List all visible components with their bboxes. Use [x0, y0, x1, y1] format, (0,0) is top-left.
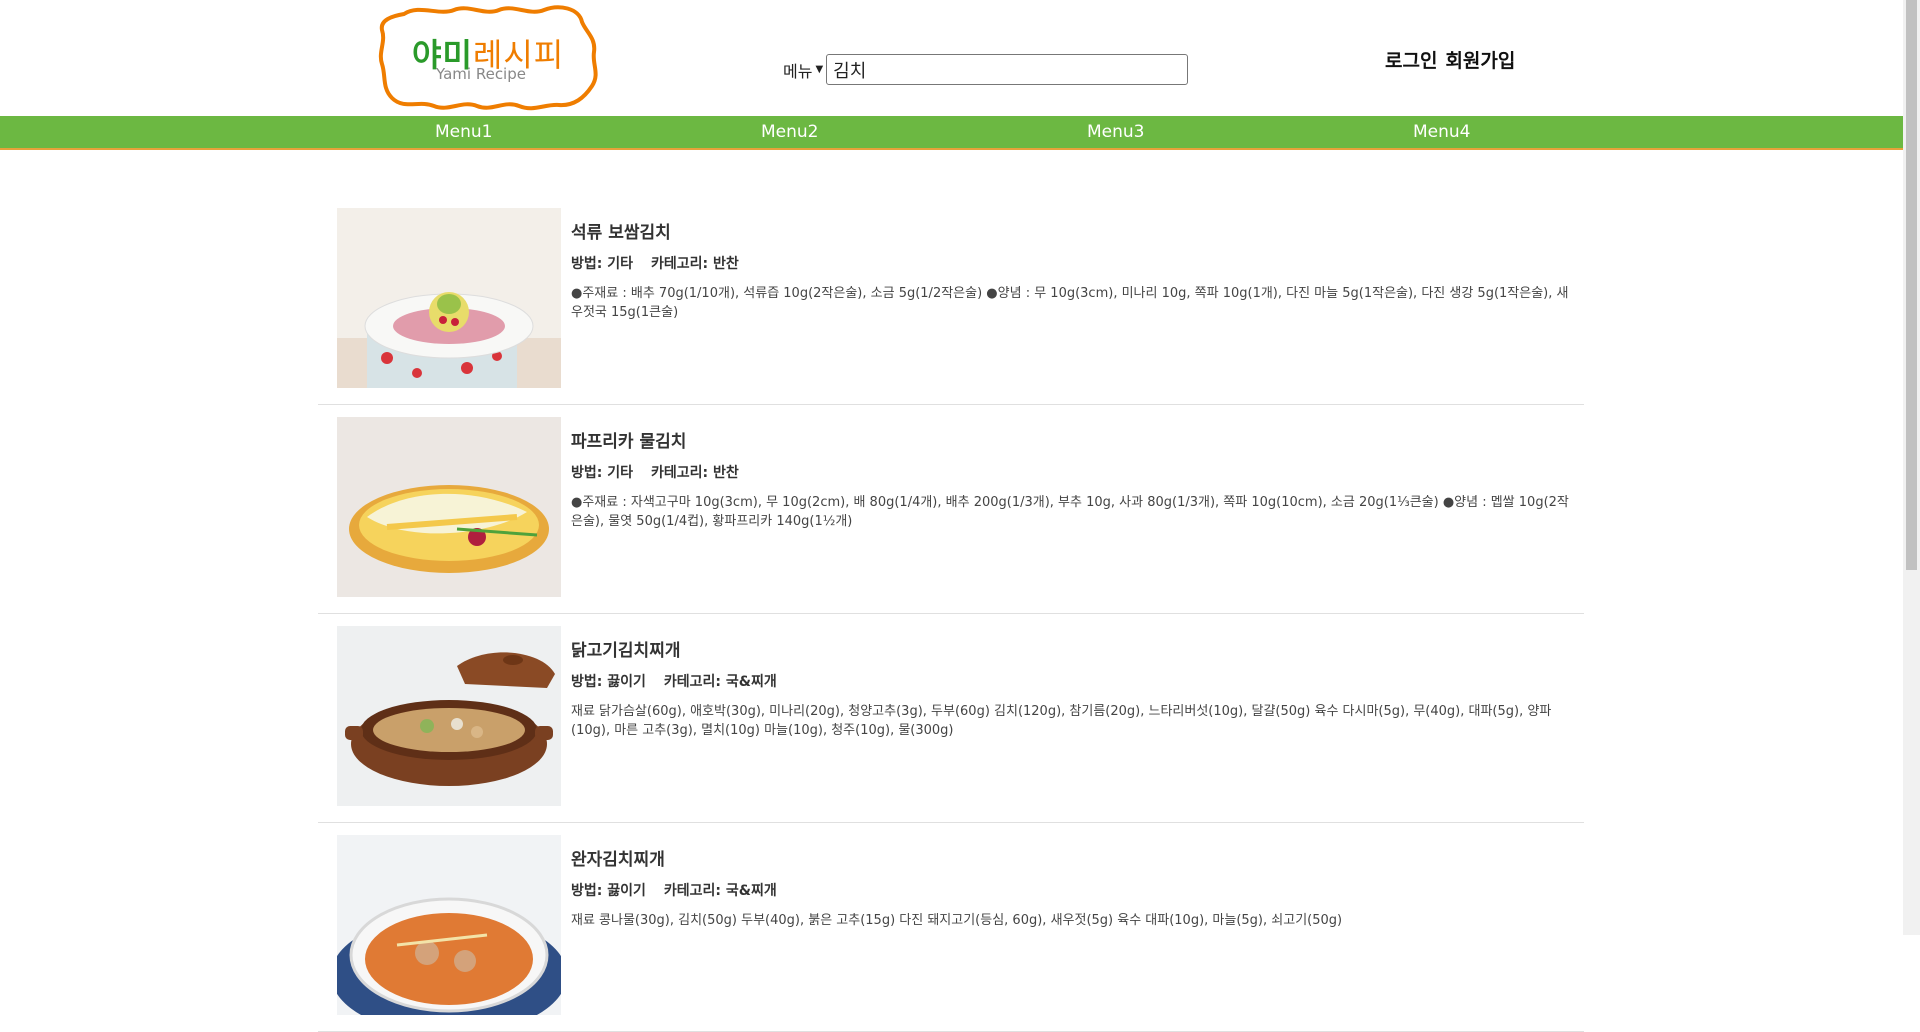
recipe-title[interactable]: 닭고기김치찌개: [571, 636, 1571, 661]
menu-select[interactable]: 메뉴 ▼: [783, 58, 823, 82]
recipe-category: 카테고리: 국&찌개: [663, 674, 777, 690]
recipe-method: 방법: 기타: [571, 465, 633, 481]
recipe-meta: 방법: 기타 카테고리: 반찬: [571, 462, 1571, 482]
search-area: 메뉴 ▼: [783, 54, 1189, 85]
nav-menu4[interactable]: Menu4: [1413, 122, 1471, 142]
recipe-info: 석류 보쌈김치 방법: 기타 카테고리: 반찬 ●주재료 : 배추 70g(1/1…: [571, 218, 1571, 322]
chicken-kimchi-stew-photo: [337, 626, 561, 806]
recipe-item[interactable]: 완자김치찌개 방법: 끓이기 카테고리: 국&찌개 재료 콩나물(30g), 김치…: [318, 823, 1584, 1032]
site-logo[interactable]: 야미레시피 Yami Recipe: [374, 2, 602, 113]
recipe-item[interactable]: 닭고기김치찌개 방법: 끓이기 카테고리: 국&찌개 재료 닭가슴살(60g), …: [318, 614, 1584, 823]
recipe-title[interactable]: 파프리카 물김치: [571, 427, 1571, 452]
recipe-ingredients: 재료 닭가슴살(60g), 애호박(30g), 미나리(20g), 청양고추(3…: [571, 704, 1552, 738]
signup-link[interactable]: 회원가입: [1445, 50, 1515, 72]
recipe-image[interactable]: [337, 417, 561, 597]
recipe-info: 파프리카 물김치 방법: 기타 카테고리: 반찬 ●주재료 : 자색고구마 10g…: [571, 427, 1571, 531]
recipe-category: 카테고리: 국&찌개: [663, 883, 777, 899]
recipe-ingredients: 재료 콩나물(30g), 김치(50g) 두부(40g), 붉은 고추(15g)…: [571, 913, 1343, 928]
auth-links: 로그인 회원가입: [1385, 46, 1523, 73]
recipe-category: 카테고리: 반찬: [651, 465, 739, 481]
recipe-item[interactable]: 석류 보쌈김치 방법: 기타 카테고리: 반찬 ●주재료 : 배추 70g(1/1…: [318, 196, 1584, 405]
main-nav: Menu1 Menu2 Menu3 Menu4: [0, 116, 1903, 150]
recipe-item[interactable]: 파프리카 물김치 방법: 기타 카테고리: 반찬 ●주재료 : 자색고구마 10g…: [318, 405, 1584, 614]
recipe-ingredients: ●주재료 : 배추 70g(1/10개), 석류즙 10g(2작은술), 소금 …: [571, 286, 1569, 320]
site-header: 야미레시피 Yami Recipe 메뉴 ▼ 로그인 회원가입: [0, 0, 1920, 115]
nav-menu2[interactable]: Menu2: [761, 122, 819, 142]
recipe-info: 닭고기김치찌개 방법: 끓이기 카테고리: 국&찌개 재료 닭가슴살(60g), …: [571, 636, 1571, 740]
recipe-image[interactable]: [337, 835, 561, 1015]
scrollbar-thumb[interactable]: [1906, 0, 1917, 570]
recipe-title[interactable]: 석류 보쌈김치: [571, 218, 1571, 243]
page-scrollbar[interactable]: [1903, 0, 1920, 935]
nav-menu1[interactable]: Menu1: [435, 122, 493, 142]
paprika-water-kimchi-photo: [337, 417, 561, 597]
login-link[interactable]: 로그인: [1385, 50, 1437, 72]
logo-subtitle: Yami Recipe: [436, 65, 526, 83]
chevron-down-icon: ▼: [815, 64, 824, 75]
recipe-method: 방법: 끓이기: [571, 883, 646, 899]
recipe-image[interactable]: [337, 626, 561, 806]
pomegranate-kimchi-photo: [337, 208, 561, 388]
recipe-method: 방법: 끓이기: [571, 674, 646, 690]
recipe-image[interactable]: [337, 208, 561, 388]
nav-menu3[interactable]: Menu3: [1087, 122, 1145, 142]
recipe-meta: 방법: 기타 카테고리: 반찬: [571, 253, 1571, 273]
meatball-kimchi-stew-photo: [337, 835, 561, 1015]
recipe-list: 석류 보쌈김치 방법: 기타 카테고리: 반찬 ●주재료 : 배추 70g(1/1…: [318, 196, 1584, 1032]
recipe-ingredients: ●주재료 : 자색고구마 10g(3cm), 무 10g(2cm), 배 80g…: [571, 495, 1569, 529]
recipe-meta: 방법: 끓이기 카테고리: 국&찌개: [571, 671, 1571, 691]
recipe-title[interactable]: 완자김치찌개: [571, 845, 1571, 870]
recipe-meta: 방법: 끓이기 카테고리: 국&찌개: [571, 880, 1571, 900]
search-input[interactable]: [826, 54, 1189, 85]
recipe-method: 방법: 기타: [571, 256, 633, 272]
recipe-category: 카테고리: 반찬: [651, 256, 739, 272]
menu-select-label: 메뉴: [783, 61, 813, 81]
recipe-info: 완자김치찌개 방법: 끓이기 카테고리: 국&찌개 재료 콩나물(30g), 김치…: [571, 845, 1571, 930]
